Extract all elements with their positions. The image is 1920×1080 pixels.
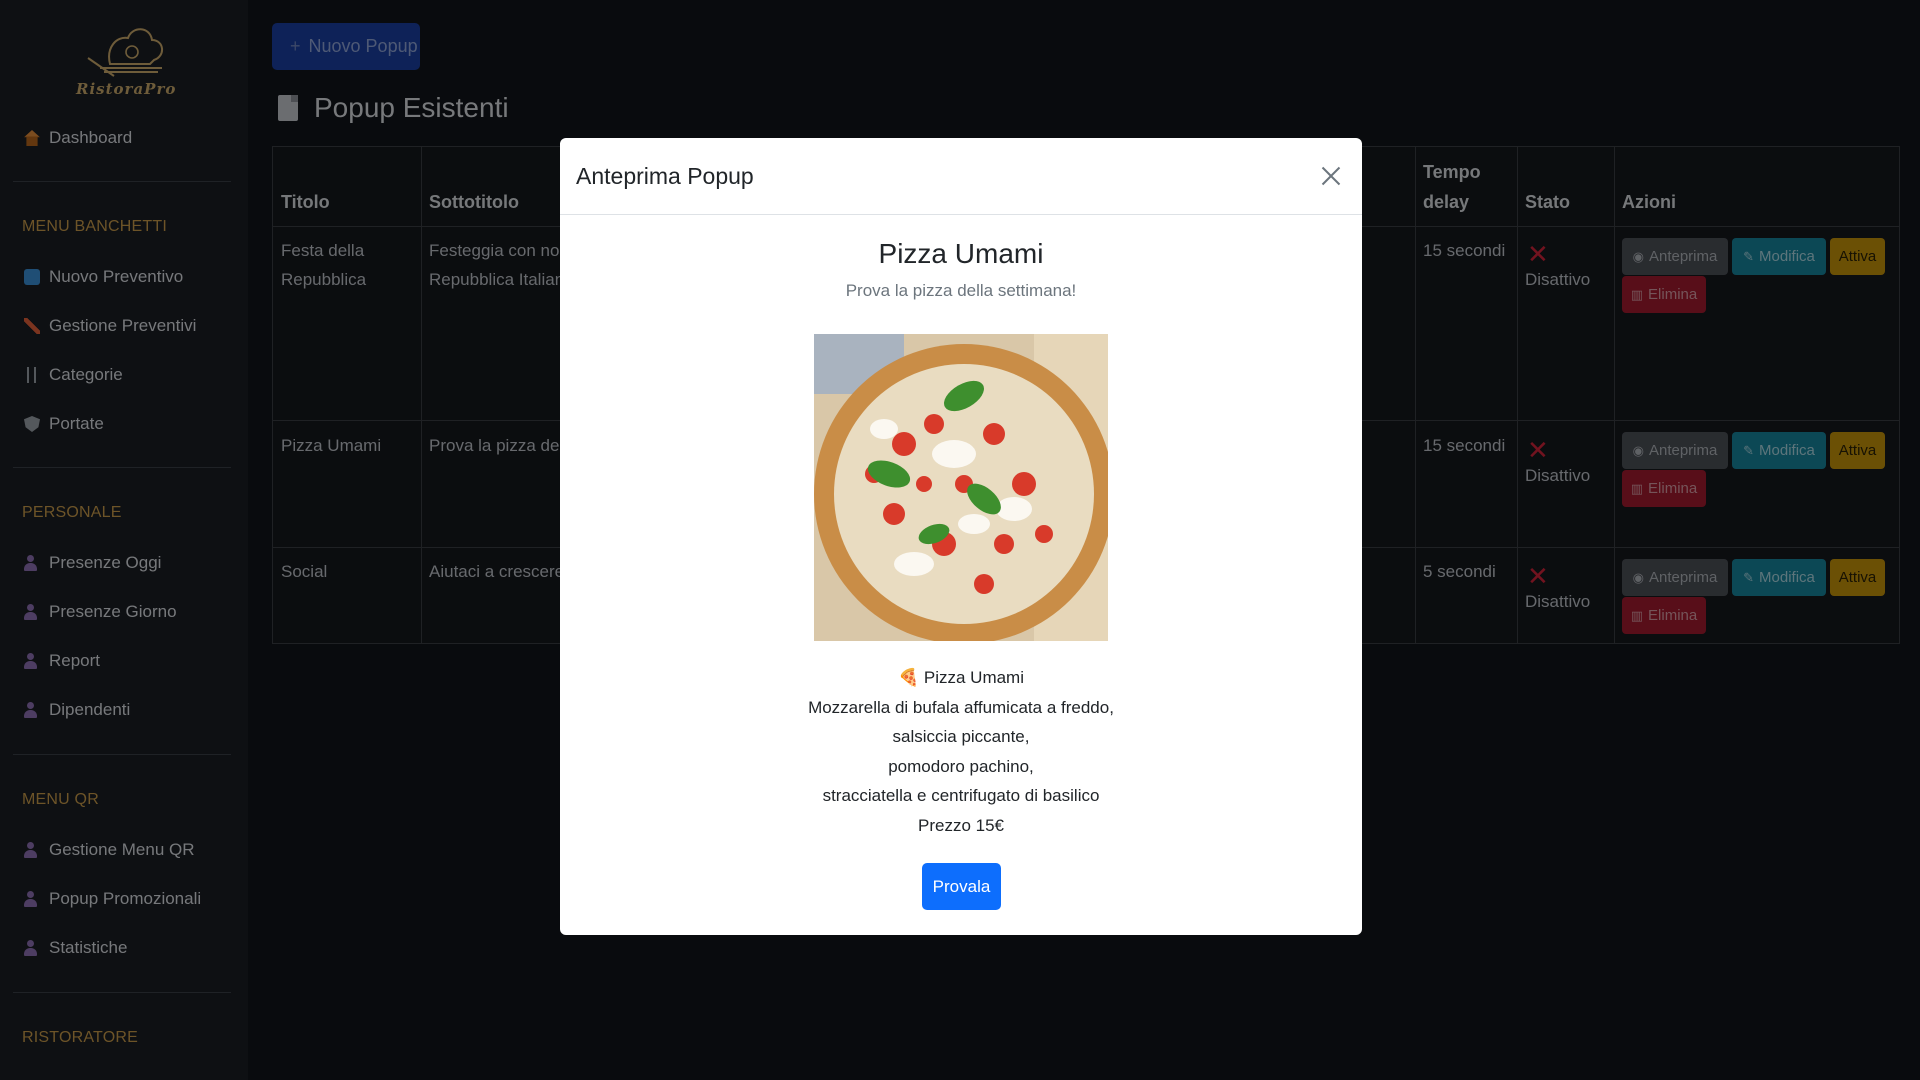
desc-line: Mozzarella di bufala affumicata a freddo…: [808, 697, 1114, 717]
desc-line: stracciatella e centrifugato di basilico: [822, 786, 1100, 805]
promo-description: 🍕 Pizza Umami Mozzarella di bufala affum…: [560, 663, 1362, 840]
preview-modal: Anteprima Popup Pizza Umami Prova la piz…: [560, 138, 1362, 935]
modal-header: Anteprima Popup: [560, 138, 1362, 215]
desc-line: salsiccia piccante,: [892, 727, 1030, 746]
promo-title: Pizza Umami: [878, 238, 1044, 269]
pizza-image: [814, 334, 1108, 641]
provala-button[interactable]: Provala: [922, 863, 1001, 910]
promo-subtitle: Prova la pizza della settimana!: [845, 281, 1077, 300]
close-icon[interactable]: [1316, 161, 1346, 191]
desc-line: 🍕 Pizza Umami: [897, 668, 1024, 687]
desc-line: Prezzo 15€: [918, 815, 1004, 835]
pizza-photo-icon: [814, 334, 1108, 641]
desc-line: pomodoro pachino,: [888, 756, 1034, 776]
modal-title: Anteprima Popup: [576, 162, 754, 189]
